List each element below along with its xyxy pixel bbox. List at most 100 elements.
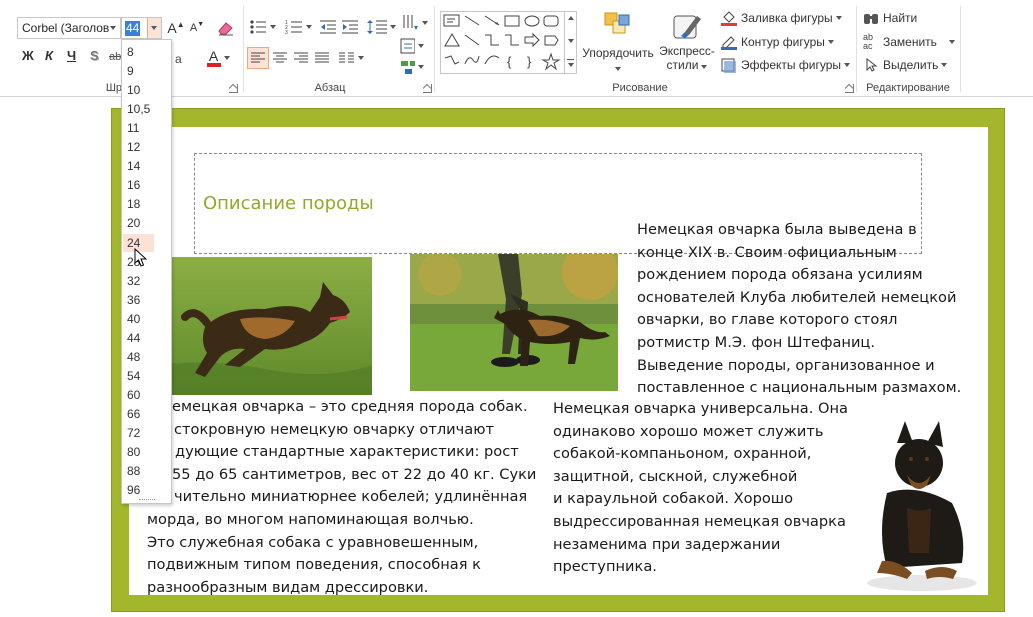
select-button[interactable]: Выделить xyxy=(863,55,948,75)
text-line: чительно миниатюрнее кобелей; удлинённая xyxy=(174,488,528,506)
increase-indent-icon xyxy=(342,20,358,34)
font-size-option[interactable]: 44 xyxy=(123,329,154,347)
quick-styles-button[interactable]: Экспресс- стили xyxy=(657,8,717,76)
align-text-button[interactable] xyxy=(400,35,424,57)
columns-button[interactable] xyxy=(338,47,364,69)
font-size-option[interactable]: 54 xyxy=(123,367,154,385)
font-color-button[interactable]: A xyxy=(203,47,233,69)
text-block-universal[interactable]: Немецкая овчарка универсальна. Она одина… xyxy=(553,398,848,579)
photo-running-dog[interactable] xyxy=(145,257,372,395)
bullets-button[interactable] xyxy=(248,16,276,38)
font-size-option[interactable]: 9 xyxy=(123,62,154,80)
justify-button[interactable] xyxy=(312,47,332,69)
increase-indent-button[interactable] xyxy=(340,16,360,38)
chevron-down-icon xyxy=(844,63,851,67)
font-size-option[interactable]: 96 xyxy=(123,481,154,499)
text-direction-icon xyxy=(403,15,418,30)
font-size-option[interactable]: 10 xyxy=(123,81,154,99)
font-size-option[interactable]: 80 xyxy=(123,443,154,461)
shape-effects-icon xyxy=(721,58,736,73)
scroll-up-icon[interactable] xyxy=(568,16,574,20)
scroll-down-icon[interactable] xyxy=(568,39,574,43)
resize-grip-icon[interactable] xyxy=(139,499,155,500)
shape-fill-button[interactable]: Заливка фигуры xyxy=(720,8,842,28)
text-line: разнообразным видам дрессировки. xyxy=(147,578,429,596)
char-spacing-partial[interactable]: a xyxy=(175,52,182,66)
clear-formatting-button[interactable] xyxy=(215,17,237,39)
shrink-font-button[interactable]: A ▼ xyxy=(188,17,206,39)
quick-styles-icon xyxy=(673,15,701,39)
text-line: основателей Клуба любителей немецкой xyxy=(637,288,957,306)
font-size-option[interactable]: 12 xyxy=(123,138,154,156)
text-shadow-button[interactable]: S xyxy=(90,48,99,63)
align-right-button[interactable] xyxy=(291,47,311,69)
align-left-button[interactable] xyxy=(247,47,269,69)
arrange-label: Упорядочить xyxy=(582,46,654,60)
replace-button[interactable]: ab ac Заменить xyxy=(863,32,955,52)
text-block-history[interactable]: Немецкая овчарка была выведена в конце X… xyxy=(637,219,961,400)
shape-effects-button[interactable]: Эффекты фигуры xyxy=(720,55,851,75)
text-line: емецкая овчарка – это средняя порода соб… xyxy=(172,398,528,415)
photo-lying-dog[interactable] xyxy=(857,413,979,593)
text-line: и караульной собакой. Хорошо xyxy=(553,490,794,508)
chevron-down-icon xyxy=(223,56,230,60)
font-size-option[interactable]: 32 xyxy=(123,272,154,290)
text-line: собакой-компаньоном, охранной, xyxy=(553,445,812,463)
svg-text:3: 3 xyxy=(285,30,288,35)
quick-styles-label-1: Экспресс- xyxy=(659,44,715,58)
font-size-option[interactable]: 10,5 xyxy=(123,100,154,118)
font-dialog-launcher-icon[interactable] xyxy=(229,84,238,93)
chevron-down-icon xyxy=(421,21,428,25)
font-size-option[interactable]: 20 xyxy=(123,214,154,232)
font-size-dropdown-button[interactable] xyxy=(147,18,161,38)
font-size-option[interactable]: 14 xyxy=(123,157,154,175)
drawing-dialog-launcher-icon[interactable] xyxy=(845,84,854,93)
text-block-description[interactable]: емецкая овчарка – это средняя порода соб… xyxy=(147,396,536,599)
align-center-button[interactable] xyxy=(270,47,290,69)
numbering-button[interactable]: 123 xyxy=(283,16,313,38)
shape-outline-button[interactable]: Контур фигуры xyxy=(720,32,834,52)
paragraph-dialog-launcher-icon[interactable] xyxy=(423,84,432,93)
font-size-option[interactable]: 60 xyxy=(123,386,154,404)
font-size-option[interactable]: 88 xyxy=(123,462,154,480)
bold-button[interactable]: Ж xyxy=(22,48,34,63)
font-size-dropdown-list[interactable]: 8 9 10 10,5 11 12 14 16 18 20 24 28 32 36 40 44 48 54 60 66… xyxy=(121,39,172,504)
font-name-combobox[interactable]: Corbel (Заголов xyxy=(17,17,121,39)
font-size-option[interactable]: 18 xyxy=(123,195,154,213)
bullets-icon xyxy=(249,20,266,34)
justify-icon xyxy=(315,52,329,63)
shapes-gallery[interactable]: { } xyxy=(440,11,577,74)
more-shapes-icon[interactable] xyxy=(568,63,574,67)
text-line: дующие стандартные характеристики: рост xyxy=(175,443,519,461)
svg-text:}: } xyxy=(527,54,532,69)
font-size-value[interactable]: 44 xyxy=(125,21,141,36)
smartart-button[interactable] xyxy=(400,56,424,78)
font-size-option[interactable]: 8 xyxy=(123,43,154,61)
text-direction-button[interactable] xyxy=(400,12,428,34)
slide-title[interactable]: Описание породы xyxy=(203,193,374,214)
font-size-option[interactable]: 40 xyxy=(123,310,154,328)
replace-icon: ab ac xyxy=(863,32,874,51)
group-divider xyxy=(243,6,244,92)
chevron-down-icon xyxy=(615,67,621,71)
arrange-button[interactable]: Упорядочить xyxy=(581,8,655,76)
text-line: одинаково хорошо может служить xyxy=(553,422,824,440)
font-size-option[interactable]: 72 xyxy=(123,424,154,442)
line-spacing-button[interactable] xyxy=(366,16,396,38)
decrease-indent-button[interactable] xyxy=(318,16,338,38)
font-size-combobox[interactable]: 44 xyxy=(121,17,162,39)
grow-font-button[interactable]: A ▲ xyxy=(167,17,185,39)
photo-dog-with-handler[interactable] xyxy=(410,254,618,391)
italic-button[interactable]: К xyxy=(45,48,53,63)
font-size-option[interactable]: 36 xyxy=(123,291,154,309)
shapes-gallery-scrollbar[interactable] xyxy=(564,12,576,73)
chevron-down-icon xyxy=(418,44,424,48)
font-size-option[interactable]: 16 xyxy=(123,176,154,194)
font-size-option[interactable]: 66 xyxy=(123,405,154,423)
find-button[interactable]: Найти xyxy=(863,8,917,28)
font-size-option[interactable]: 11 xyxy=(123,119,154,137)
paint-bucket-icon xyxy=(721,11,737,26)
underline-button[interactable]: Ч xyxy=(67,48,76,63)
columns-icon xyxy=(338,52,354,63)
font-size-option[interactable]: 48 xyxy=(123,348,154,366)
